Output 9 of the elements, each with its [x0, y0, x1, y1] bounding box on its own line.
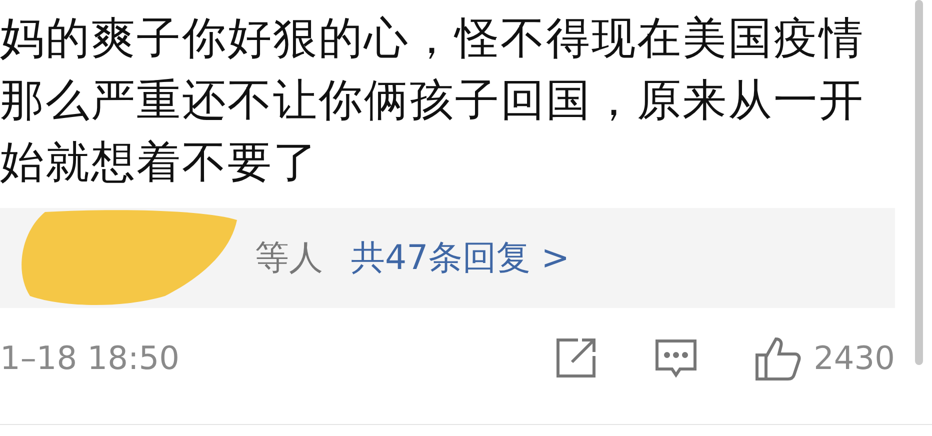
like-count: 2430: [814, 339, 895, 377]
thumbs-up-icon[interactable]: [754, 335, 802, 381]
scrollbar[interactable]: [915, 0, 923, 365]
share-icon[interactable]: [554, 336, 598, 380]
comment-text: 妈的爽子你好狠的心，怪不得现在美国疫情那么严重还不让你俩孩子回国，原来从一开始就想着不要了: [0, 12, 866, 190]
replies-bar[interactable]: 等人 共47条回复 >: [0, 208, 895, 308]
reply-users: 等人: [255, 237, 323, 280]
replies-link[interactable]: 共47条回复 >: [351, 235, 570, 281]
comment-time: 1–18 18:50: [0, 339, 180, 377]
